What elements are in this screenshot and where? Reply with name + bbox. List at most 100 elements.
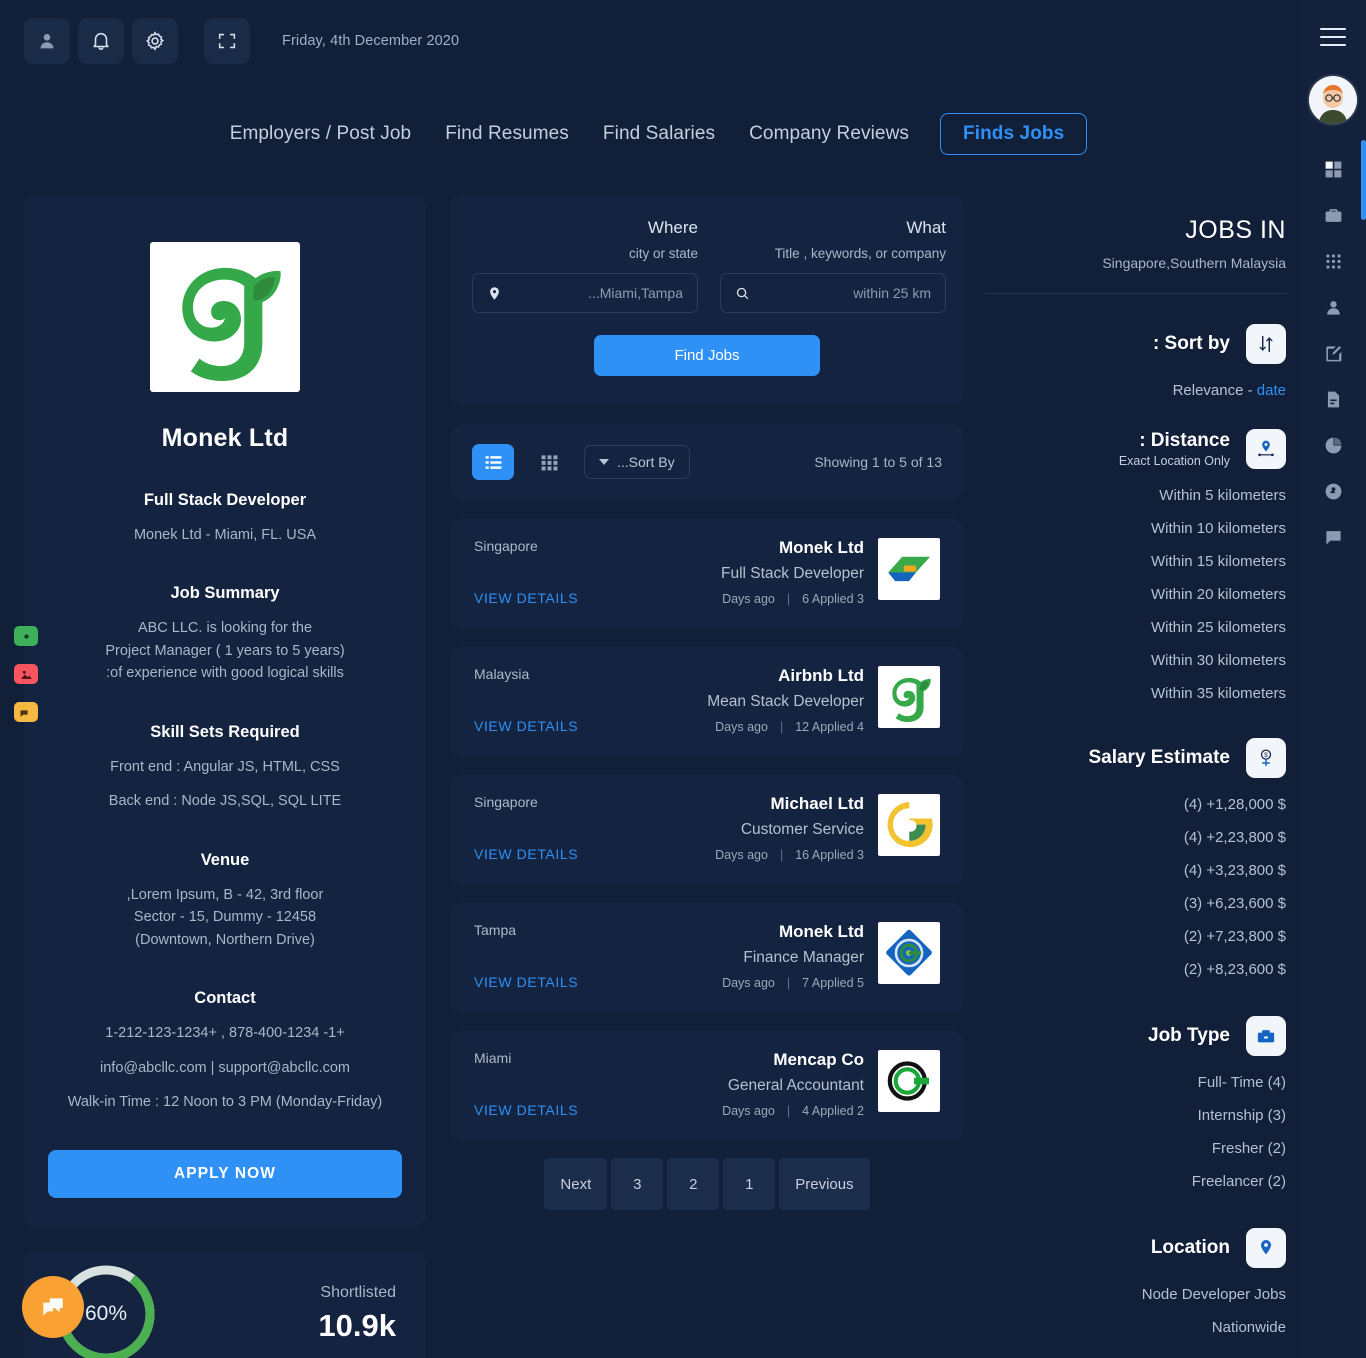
sort-arrows-icon[interactable] xyxy=(1246,324,1286,364)
pagination-previous[interactable]: Previous xyxy=(779,1158,870,1210)
notifications-button[interactable] xyxy=(78,18,124,64)
job-type-title: Job Type xyxy=(1148,1025,1230,1046)
floating-image-chip[interactable] xyxy=(14,664,38,684)
current-date: Friday, 4th December 2020 xyxy=(282,33,460,49)
salary-title: Salary Estimate xyxy=(1088,747,1230,768)
distance-option[interactable]: Within 25 kilometers xyxy=(986,619,1286,636)
chat-icon xyxy=(20,709,28,717)
salary-option[interactable]: (4) +3,23,800 $ xyxy=(986,862,1286,879)
distance-option[interactable]: Within 10 kilometers xyxy=(986,520,1286,537)
view-details-link[interactable]: VIEW DETAILS xyxy=(474,974,644,990)
fullscreen-button[interactable] xyxy=(204,18,250,64)
apply-now-button[interactable]: APPLY NOW xyxy=(48,1149,402,1198)
job-role: Full Stack Developer xyxy=(720,565,864,582)
distance-option[interactable]: Within 5 kilometers xyxy=(986,487,1286,504)
view-details-link[interactable]: VIEW DETAILS xyxy=(474,846,644,862)
company-logo xyxy=(150,242,300,392)
view-details-link[interactable]: VIEW DETAILS xyxy=(474,1102,644,1118)
salary-dollar-icon[interactable]: $ xyxy=(1246,738,1286,778)
monek-arrow-logo xyxy=(888,556,930,582)
pagination-page-2[interactable]: 2 xyxy=(667,1158,720,1210)
job-list-item[interactable]: Tampa VIEW DETAILS Monek Ltd Finance Man… xyxy=(450,902,964,1014)
sidebar-item-apps[interactable] xyxy=(1316,244,1350,278)
sidebar-item-edit[interactable] xyxy=(1316,336,1350,370)
nav-find-salaries[interactable]: Find Salaries xyxy=(586,123,732,145)
user-button[interactable] xyxy=(24,18,70,64)
salary-option[interactable]: (3) +6,23,600 $ xyxy=(986,895,1286,912)
job-list-item[interactable]: Malaysia VIEW DETAILS Airbnb Ltd Mean St… xyxy=(450,646,964,758)
filter-section-location: Location Node Developer Jobs Nationwide xyxy=(986,1228,1286,1336)
briefcase-icon[interactable] xyxy=(1246,1016,1286,1056)
job-type-option[interactable]: Fresher (2) xyxy=(986,1140,1286,1157)
sidebar-item-jobs[interactable] xyxy=(1316,198,1350,232)
grid-view-button[interactable] xyxy=(528,444,570,480)
floating-chat-chip[interactable] xyxy=(14,702,38,722)
where-field[interactable] xyxy=(472,273,698,313)
job-list-item[interactable]: Singapore VIEW DETAILS Michael Ltd Custo… xyxy=(450,774,964,886)
job-type-option[interactable]: Internship (3) xyxy=(986,1107,1286,1124)
job-days: Days ago xyxy=(722,1104,775,1118)
job-location: Tampa xyxy=(474,922,517,938)
hamburger-menu-icon[interactable] xyxy=(1320,28,1346,46)
job-applied: 7 Applied 5 xyxy=(802,976,864,990)
where-input[interactable] xyxy=(502,285,683,301)
sidebar-item-analytics[interactable] xyxy=(1316,428,1350,462)
salary-option[interactable]: (4) +1,28,000 $ xyxy=(986,796,1286,813)
sort-option-relevance-date[interactable]: Relevance - date xyxy=(986,382,1286,399)
location-option[interactable]: Node Developer Jobs xyxy=(986,1286,1286,1303)
nav-finds-jobs[interactable]: Finds Jobs xyxy=(940,113,1088,155)
vertical-scrollbar-thumb[interactable] xyxy=(1361,140,1366,220)
job-list-item[interactable]: Singapore VIEW DETAILS Monek Ltd Full St… xyxy=(450,518,964,630)
sidebar-item-cloud[interactable] xyxy=(1316,474,1350,508)
pagination-page-1[interactable]: 1 xyxy=(723,1158,776,1210)
job-title: Full Stack Developer xyxy=(143,491,307,509)
view-details-link[interactable]: VIEW DETAILS xyxy=(474,590,644,606)
job-type-option[interactable]: Full- Time (4) xyxy=(986,1074,1286,1091)
distance-option[interactable]: Within 35 kilometers xyxy=(986,685,1286,702)
sort-option-date-link[interactable]: date xyxy=(1257,382,1286,399)
job-type-option[interactable]: Freelancer (2) xyxy=(986,1173,1286,1190)
distance-pin-icon[interactable] xyxy=(1246,429,1286,469)
skills-heading: Skill Sets Required xyxy=(150,722,300,741)
location-option[interactable]: Nationwide xyxy=(986,1319,1286,1336)
sort-by-select[interactable]: ...Sort By xyxy=(584,445,690,479)
map-pin-icon[interactable] xyxy=(1246,1228,1286,1268)
yellow-green-g-logo xyxy=(887,802,933,848)
distance-option[interactable]: Within 15 kilometers xyxy=(986,553,1286,570)
sidebar-item-dashboard[interactable] xyxy=(1316,152,1350,186)
floating-money-chip[interactable] xyxy=(14,626,38,646)
salary-option[interactable]: (2) +8,23,600 $ xyxy=(986,961,1286,978)
salary-option[interactable]: (4) +2,23,800 $ xyxy=(986,829,1286,846)
pagination-next[interactable]: Next xyxy=(544,1158,608,1210)
pagination-page-3[interactable]: 3 xyxy=(611,1158,664,1210)
job-detail-card: Monek Ltd Full Stack Developer Monek Ltd… xyxy=(24,194,426,1228)
sidebar-item-documents[interactable] xyxy=(1316,382,1350,416)
view-details-link[interactable]: VIEW DETAILS xyxy=(474,718,644,734)
search-icon xyxy=(736,287,749,299)
sidebar-item-profile[interactable] xyxy=(1316,290,1350,324)
distance-option[interactable]: Within 30 kilometers xyxy=(986,652,1286,669)
distance-option[interactable]: Within 20 kilometers xyxy=(986,586,1286,603)
salary-option[interactable]: (2) +7,23,800 $ xyxy=(986,928,1286,945)
sidebar-item-messages[interactable] xyxy=(1316,520,1350,554)
what-field[interactable] xyxy=(720,273,946,313)
nav-find-resumes[interactable]: Find Resumes xyxy=(428,123,586,145)
chat-icon xyxy=(1325,530,1341,545)
shortlisted-donut-chart: 60% xyxy=(22,1262,158,1358)
job-role: Customer Service xyxy=(740,821,864,838)
list-view-icon xyxy=(485,455,501,469)
job-company: Airbnb Ltd xyxy=(778,666,864,685)
skills-line: Front end : Angular JS, HTML, CSS xyxy=(110,758,340,775)
separator: | xyxy=(779,848,784,862)
settings-button[interactable] xyxy=(132,18,178,64)
what-input[interactable] xyxy=(750,285,931,301)
nav-employers-post-job[interactable]: Employers / Post Job xyxy=(213,123,429,145)
job-list-item[interactable]: Miami VIEW DETAILS Mencap Co General Acc… xyxy=(450,1030,964,1142)
job-location: Singapore xyxy=(474,538,538,554)
avatar[interactable] xyxy=(1309,76,1357,124)
nav-company-reviews[interactable]: Company Reviews xyxy=(732,123,926,145)
list-view-button[interactable] xyxy=(472,444,514,480)
right-icon-rail xyxy=(1300,0,1366,1358)
find-jobs-button[interactable]: Find Jobs xyxy=(594,335,820,376)
grid-view-icon xyxy=(541,454,557,470)
